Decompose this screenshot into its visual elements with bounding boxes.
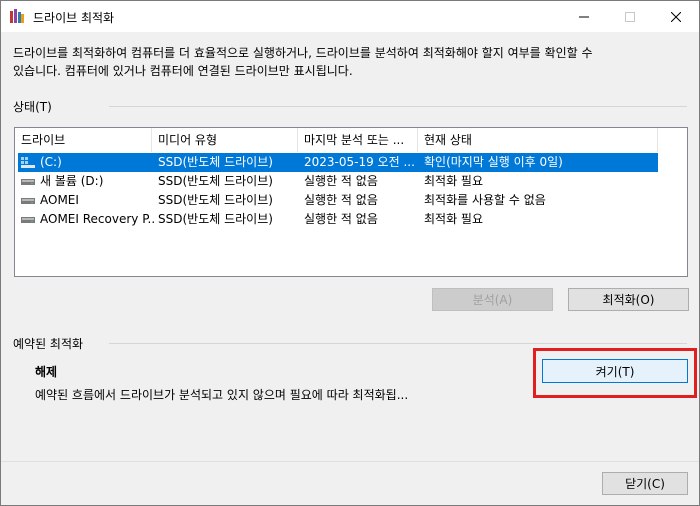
status-group-divider (109, 106, 687, 107)
drive-name: AOMEI Recovery P... (40, 212, 156, 226)
windows-drive-icon (21, 157, 35, 168)
defrag-app-icon (10, 9, 24, 23)
drive-status: 최적화 필요 (424, 212, 484, 226)
drive-media-type: SSD(반도체 드라이브) (158, 212, 273, 226)
drive-row[interactable]: 새 볼륨 (D:) SSD(반도체 드라이브) 실행한 적 없음 최적화 필요 (18, 172, 658, 191)
drive-last-run: 실행한 적 없음 (304, 193, 378, 207)
drive-last-run: 실행한 적 없음 (304, 212, 378, 226)
drive-status: 확인(마지막 실행 이후 0일) (424, 155, 563, 169)
status-group-label: 상태(T) (13, 100, 52, 114)
drive-icon (21, 217, 35, 223)
drive-row[interactable]: (C:) SSD(반도체 드라이브) 2023-05-19 오전 ... 확인(… (18, 153, 658, 172)
window-title: 드라이브 최적화 (33, 11, 115, 25)
drive-media-type: SSD(반도체 드라이브) (158, 155, 273, 169)
drive-list[interactable]: 드라이브 미디어 유형 마지막 분석 또는 ... 현재 상태 (C:) SSD… (14, 127, 688, 277)
drive-last-run: 2023-05-19 오전 ... (304, 155, 415, 169)
drive-name: (C:) (40, 155, 62, 169)
drive-status: 최적화 필요 (424, 174, 484, 188)
drive-list-header: 드라이브 미디어 유형 마지막 분석 또는 ... 현재 상태 (15, 128, 687, 152)
scheduled-group-label: 예약된 최적화 (13, 337, 84, 351)
drive-media-type: SSD(반도체 드라이브) (158, 193, 273, 207)
scheduled-status: 해제 (35, 365, 58, 379)
maximize-button[interactable] (607, 1, 653, 32)
maximize-icon (625, 11, 635, 22)
analyze-button[interactable]: 분석(A) (432, 288, 553, 311)
scheduled-group-divider (109, 343, 687, 344)
close-icon (671, 11, 681, 22)
column-header-last-run[interactable]: 마지막 분석 또는 ... (298, 128, 418, 152)
drive-icon (21, 179, 35, 185)
drive-media-type: SSD(반도체 드라이브) (158, 174, 273, 188)
drive-row[interactable]: AOMEI Recovery P... SSD(반도체 드라이브) 실행한 적 … (18, 210, 658, 229)
description-text: 드라이브를 최적화하여 컴퓨터를 더 효율적으로 실행하거나, 드라이브를 분석… (13, 44, 673, 80)
close-button[interactable]: 닫기(C) (602, 472, 688, 495)
drive-icon (21, 198, 35, 204)
minimize-icon (579, 16, 589, 17)
drive-last-run: 실행한 적 없음 (304, 174, 378, 188)
column-header-current-status[interactable]: 현재 상태 (418, 128, 658, 152)
optimize-drives-window: 드라이브 최적화 드라이브를 최적화하여 컴퓨터를 더 효율적으로 실행하거나,… (0, 0, 700, 506)
close-window-button[interactable] (653, 1, 699, 32)
drive-name: AOMEI (40, 193, 79, 207)
column-header-media-type[interactable]: 미디어 유형 (152, 128, 298, 152)
description-line-1: 드라이브를 최적화하여 컴퓨터를 더 효율적으로 실행하거나, 드라이브를 분석… (13, 46, 593, 60)
dialog-footer: 닫기(C) (1, 461, 699, 505)
column-header-drive[interactable]: 드라이브 (15, 128, 152, 152)
drive-status: 최적화를 사용할 수 없음 (424, 193, 546, 207)
drive-name: 새 볼륨 (D:) (40, 174, 104, 188)
description-line-2: 있습니다. 컴퓨터에 있거나 컴퓨터에 연결된 드라이브만 표시됩니다. (13, 64, 353, 78)
title-bar[interactable]: 드라이브 최적화 (1, 1, 699, 32)
turn-on-button[interactable]: 켜기(T) (542, 359, 688, 383)
drive-row[interactable]: AOMEI SSD(반도체 드라이브) 실행한 적 없음 최적화를 사용할 수 … (18, 191, 658, 210)
minimize-button[interactable] (561, 1, 607, 32)
optimize-button[interactable]: 최적화(O) (568, 288, 689, 311)
scheduled-description: 예약된 흐름에서 드라이브가 분석되고 있지 않으며 필요에 따라 최적화됩..… (35, 388, 409, 402)
